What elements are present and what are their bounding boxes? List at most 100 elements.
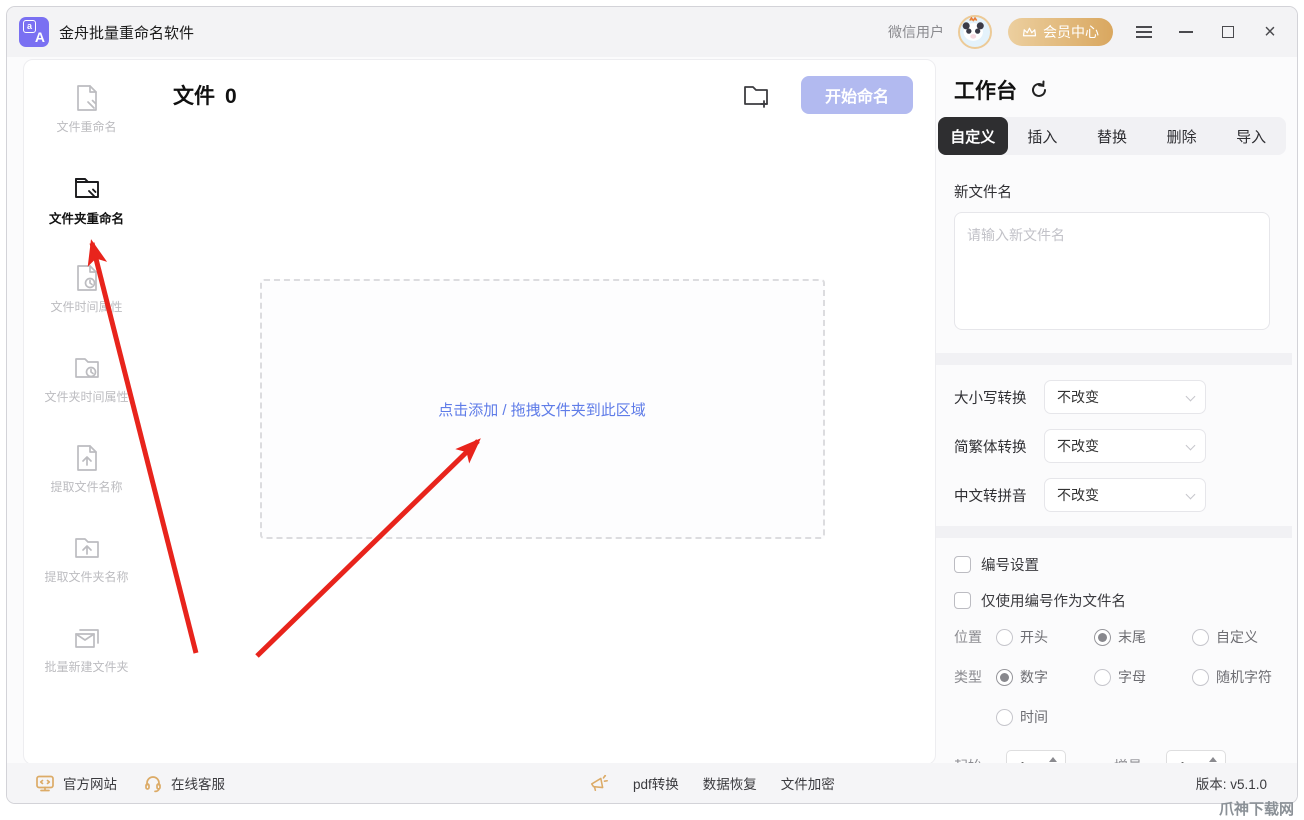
header-actions: 开始命名 xyxy=(741,76,913,114)
position-option-start[interactable]: 开头 xyxy=(996,627,1094,647)
promo-data-recovery[interactable]: 数据恢复 xyxy=(703,773,757,793)
radio-icon[interactable] xyxy=(1192,629,1209,646)
simplified-traditional-value: 不改变 xyxy=(1057,436,1099,456)
start-rename-button[interactable]: 开始命名 xyxy=(801,76,913,114)
sidebar-item-folder-time[interactable]: 文件夹时间属性 xyxy=(24,352,149,415)
minimize-icon xyxy=(1179,31,1193,33)
online-support-link[interactable]: 在线客服 xyxy=(143,773,225,793)
file-time-icon xyxy=(71,262,103,294)
type-option-number[interactable]: 数字 xyxy=(996,667,1094,687)
simplified-traditional-label: 简繁体转换 xyxy=(954,436,1044,457)
footer-promos: pdf转换 数据恢复 文件加密 xyxy=(589,773,835,793)
content-header: 文件 0 开始命名 xyxy=(173,76,913,114)
sidebar-item-label: 提取文件名称 xyxy=(50,478,122,495)
sidebar-item-label: 提取文件夹名称 xyxy=(44,568,128,585)
sidebar-item-folder-rename[interactable]: 文件夹重命名 xyxy=(24,172,149,235)
stepper-up-icon[interactable] xyxy=(1209,757,1217,762)
workspace-panel: 工作台 自定义 插入 替换 删除 导入 新文件名 大小写转 xyxy=(936,59,1292,765)
megaphone-icon xyxy=(589,773,609,793)
file-count-value: 0 xyxy=(225,85,237,109)
numbering-settings-checkbox[interactable] xyxy=(954,556,971,573)
file-count: 文件 0 xyxy=(173,80,237,110)
workspace-title: 工作台 xyxy=(954,75,1017,105)
title-bar: a A 金舟批量重命名软件 微信用户 xyxy=(7,7,1297,57)
sidebar-item-label: 文件时间属性 xyxy=(50,298,122,315)
case-convert-row: 大小写转换 不改变 xyxy=(954,380,1270,414)
tab-delete[interactable]: 删除 xyxy=(1147,117,1217,155)
online-support-label: 在线客服 xyxy=(171,773,225,793)
section-divider xyxy=(936,526,1292,538)
position-option-label: 自定义 xyxy=(1216,627,1258,647)
official-site-label: 官方网站 xyxy=(63,773,117,793)
folder-plus-icon xyxy=(741,81,771,109)
tab-import[interactable]: 导入 xyxy=(1216,117,1286,155)
pinyin-select[interactable]: 不改变 xyxy=(1044,478,1206,512)
sidebar-item-extract-folder-name[interactable]: 提取文件夹名称 xyxy=(24,532,149,595)
type-option-time[interactable]: 时间 xyxy=(996,707,1048,727)
type-option-random[interactable]: 随机字符 xyxy=(1192,667,1272,687)
promo-file-encrypt[interactable]: 文件加密 xyxy=(781,773,835,793)
tab-replace[interactable]: 替换 xyxy=(1077,117,1147,155)
footer-bar: 官方网站 在线客服 pdf转换 数据恢复 文件加密 版本: v5.1.0 xyxy=(7,763,1297,803)
chevron-down-icon xyxy=(1186,392,1196,402)
sidebar-item-batch-new-folder[interactable]: 批量新建文件夹 xyxy=(24,622,149,685)
monitor-icon xyxy=(35,773,55,793)
position-label: 位置 xyxy=(954,627,996,647)
position-option-end[interactable]: 末尾 xyxy=(1094,627,1192,647)
position-option-custom[interactable]: 自定义 xyxy=(1192,627,1258,647)
type-row: 类型 数字 字母 随机字符 xyxy=(954,666,1292,688)
sidebar-item-file-rename[interactable]: 文件重命名 xyxy=(24,82,149,145)
app-logo-icon: a A xyxy=(19,17,49,47)
close-button[interactable]: × xyxy=(1261,23,1279,41)
promo-pdf-convert[interactable]: pdf转换 xyxy=(633,773,679,793)
add-folder-button[interactable] xyxy=(741,81,771,109)
chevron-down-icon xyxy=(1186,441,1196,451)
radio-icon[interactable] xyxy=(1094,669,1111,686)
number-only-row[interactable]: 仅使用编号作为文件名 xyxy=(954,590,1292,610)
numbering-settings-row[interactable]: 编号设置 xyxy=(954,554,1292,574)
avatar-face-icon xyxy=(960,17,990,47)
sidebar-item-label: 文件夹时间属性 xyxy=(44,388,128,405)
radio-icon-selected[interactable] xyxy=(1094,629,1111,646)
refresh-button[interactable] xyxy=(1029,80,1049,100)
user-avatar[interactable] xyxy=(958,15,992,49)
radio-icon-selected[interactable] xyxy=(996,669,1013,686)
screenshot-page: a A 金舟批量重命名软件 微信用户 xyxy=(0,0,1304,820)
radio-icon[interactable] xyxy=(996,629,1013,646)
radio-icon[interactable] xyxy=(1192,669,1209,686)
minimize-button[interactable] xyxy=(1177,23,1195,41)
type-option-letter[interactable]: 字母 xyxy=(1094,667,1192,687)
member-center-button[interactable]: 会员中心 xyxy=(1008,18,1113,46)
position-option-label: 开头 xyxy=(1020,627,1048,647)
sidebar-item-extract-file-name[interactable]: 提取文件名称 xyxy=(24,442,149,505)
new-name-input[interactable] xyxy=(954,212,1270,330)
tab-custom[interactable]: 自定义 xyxy=(938,117,1008,155)
simplified-traditional-row: 简繁体转换 不改变 xyxy=(954,429,1270,463)
type-option-label: 时间 xyxy=(1020,707,1048,727)
app-logo-a-large: A xyxy=(35,29,45,45)
simplified-traditional-select[interactable]: 不改变 xyxy=(1044,429,1206,463)
sidebar-item-label: 文件夹重命名 xyxy=(49,208,124,227)
sidebar-item-label: 批量新建文件夹 xyxy=(44,658,128,675)
sidebar-item-file-time[interactable]: 文件时间属性 xyxy=(24,262,149,325)
maximize-button[interactable] xyxy=(1219,23,1237,41)
folder-rename-icon xyxy=(71,172,103,204)
section-divider xyxy=(936,353,1292,365)
radio-icon[interactable] xyxy=(996,709,1013,726)
menu-button[interactable] xyxy=(1135,23,1153,41)
tab-insert[interactable]: 插入 xyxy=(1008,117,1078,155)
number-only-checkbox[interactable] xyxy=(954,592,971,609)
app-title: 金舟批量重命名软件 xyxy=(59,22,194,43)
folder-dropzone[interactable]: 点击添加 / 拖拽文件夹到此区域 xyxy=(260,279,825,539)
pinyin-row: 中文转拼音 不改变 xyxy=(954,478,1270,512)
chevron-down-icon xyxy=(1186,490,1196,500)
new-name-section: 新文件名 xyxy=(936,181,1292,335)
extract-folder-name-icon xyxy=(71,532,103,564)
case-convert-select[interactable]: 不改变 xyxy=(1044,380,1206,414)
stepper-up-icon[interactable] xyxy=(1049,757,1057,762)
official-site-link[interactable]: 官方网站 xyxy=(35,773,117,793)
watermark: 爪神下载网 xyxy=(1219,798,1294,819)
pinyin-label: 中文转拼音 xyxy=(954,485,1044,506)
position-option-label: 末尾 xyxy=(1118,627,1146,647)
number-only-label: 仅使用编号作为文件名 xyxy=(981,590,1126,611)
